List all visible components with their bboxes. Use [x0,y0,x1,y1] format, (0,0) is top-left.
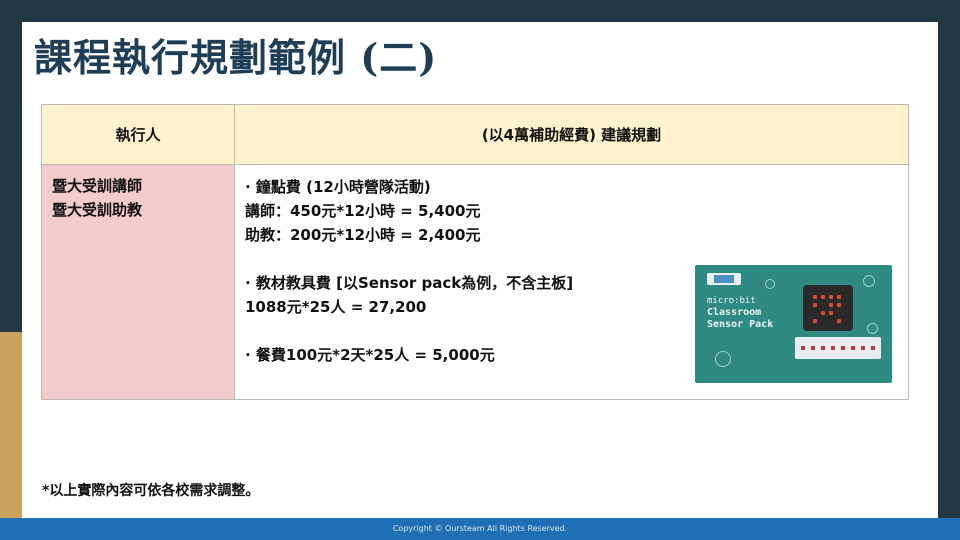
frame-left [0,22,22,522]
led-icon [813,295,817,299]
led-icon [837,303,841,307]
footnote: *以上實際內容可依各校需求調整。 [42,483,260,499]
roles-cell: 暨大受訓講師 暨大受訓助教 [41,164,235,400]
slide: 課程執行規劃範例 (二) 執行人 (以4萬補助經費) 建議規劃 暨大受訓講師 暨… [22,22,938,518]
kit-name-line1: Classroom [707,307,762,318]
table-row: 暨大受訓講師 暨大受訓助教 · 鐘點費 (12小時營隊活動) 講師：450元*1… [41,164,909,400]
led-icon [821,295,825,299]
decorative-circle-icon [715,351,731,367]
details-cell: · 鐘點費 (12小時營隊活動) 講師：450元*12小時 = 5,400元 助… [234,164,909,400]
led-icon [813,319,817,323]
header-executor: 執行人 [41,104,235,165]
sensor-strip-icon [795,337,881,359]
slide-title: 課程執行規劃範例 (二) [34,35,438,80]
role-instructor: 暨大受訓講師 [52,177,143,195]
sensor-pack-image: micro:bit Classroom Sensor Pack [695,265,892,383]
kit-logo-mark-icon [714,275,734,283]
frame-right [938,22,960,522]
role-assistant: 暨大受訓助教 [52,201,143,219]
decorative-circle-icon [867,323,878,334]
decorative-circle-icon [863,275,875,287]
detail-line: 助教：200元*12小時 = 2,400元 [245,226,481,244]
decorative-circle-icon [765,279,775,289]
header-plan: (以4萬補助經費) 建議規劃 [234,104,909,165]
kit-brand: micro:bit [707,296,756,306]
copyright-text: Copyright © Oursteam All Rights Reserved… [392,524,568,533]
kit-name-line2: Sensor Pack [707,319,774,330]
led-icon [829,303,833,307]
frame-top [0,0,960,22]
led-icon [821,311,825,315]
led-icon [837,295,841,299]
led-icon [813,303,817,307]
led-icon [829,311,833,315]
led-icon [829,295,833,299]
detail-line: 講師：450元*12小時 = 5,400元 [245,202,481,220]
microbit-board-icon [803,285,853,331]
footer-bar: Copyright © Oursteam All Rights Reserved… [0,518,960,540]
table-header-row: 執行人 (以4萬補助經費) 建議規劃 [41,104,909,165]
budget-table: 執行人 (以4萬補助經費) 建議規劃 暨大受訓講師 暨大受訓助教 · 鐘點費 (… [41,104,909,400]
detail-line: · 鐘點費 (12小時營隊活動) [245,178,431,196]
kit-label: micro:bit Classroom Sensor Pack [707,295,773,331]
led-icon [837,319,841,323]
sensor-pins-icon [801,346,875,350]
